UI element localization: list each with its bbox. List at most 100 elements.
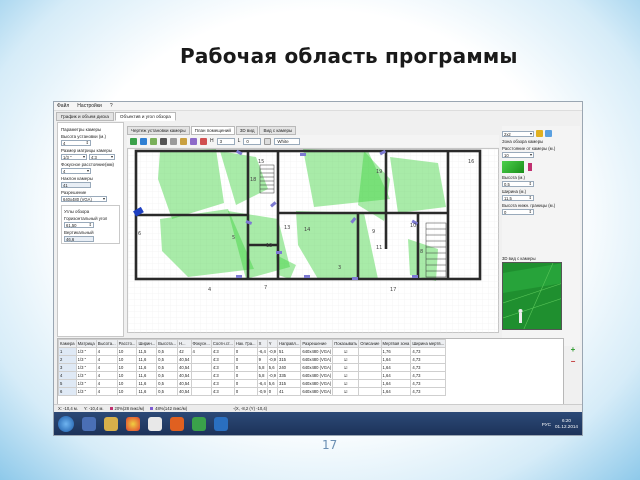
distance-select[interactable]: 10	[502, 152, 534, 158]
resolution-label: Разрешение	[61, 190, 87, 195]
table-cell: 2	[58, 355, 77, 364]
col-dead-width[interactable]: Ширина мертв...	[410, 339, 447, 348]
table-cell: 4,73	[410, 379, 447, 388]
focal-select[interactable]: 4	[61, 168, 91, 174]
svg-text:17: 17	[390, 287, 396, 293]
zone-height-input[interactable]: 0,5	[502, 181, 534, 187]
show-checkbox[interactable]: ☑	[332, 355, 360, 364]
app-icon[interactable]	[148, 417, 162, 431]
tab-3d-view[interactable]: 3D вид	[235, 126, 259, 135]
layout-select[interactable]: 2x2	[502, 131, 534, 137]
table-cell: 4:3	[210, 379, 235, 388]
text-icon[interactable]	[190, 137, 197, 145]
zone-diagram-icon	[502, 161, 524, 173]
zoom-out-icon[interactable]	[545, 130, 552, 137]
table-cell: 10	[116, 371, 138, 380]
hangle-input[interactable]: 61,50	[64, 222, 94, 228]
resolution-select[interactable]: 640x480 (VGA)	[61, 196, 107, 202]
menu-help[interactable]: ?	[110, 103, 113, 109]
col-x[interactable]: X	[256, 339, 268, 348]
delete-icon[interactable]	[200, 137, 207, 145]
show-checkbox[interactable]: ☑	[332, 347, 360, 356]
table-row[interactable]: 4 1/3 " 4 10 11,6 0,5 40,54 4:3 0 5,8 -0,9 335 640x4…	[58, 371, 447, 380]
col-camera[interactable]: Камера	[58, 339, 77, 348]
table-row[interactable]: 3 1/3 " 4 10 11,6 0,5 40,54 4:3 0 5,8 5,6 240 640x48…	[58, 363, 447, 372]
show-checkbox[interactable]: ☑	[332, 371, 360, 380]
h-input[interactable]: 3	[216, 137, 235, 145]
height-input[interactable]: 4	[61, 140, 91, 146]
tab-lens-angle[interactable]: Объектив и угол обзора	[114, 112, 176, 121]
floor-plan-canvas[interactable]: 18 15 19 6 5 12 13 14 9 11 10 16 17 8 7 …	[127, 148, 500, 334]
door-icon[interactable]	[150, 137, 157, 145]
table-row[interactable]: 1 1/3 " 4 10 11,5 0,5 42 4 4:3 0 -6,4 -0,9 51 640x480…	[58, 347, 447, 356]
table-cell	[190, 379, 212, 388]
col-show[interactable]: Показывать	[332, 339, 360, 348]
table-cell: 11,6	[136, 355, 158, 364]
table-cell: 640x480 (VGA)	[300, 355, 334, 364]
show-checkbox[interactable]: ☑	[332, 363, 360, 372]
col-aspect[interactable]: Соотн.ст...	[210, 339, 235, 348]
l-input[interactable]: 0	[243, 137, 262, 145]
window-icon[interactable]	[170, 137, 177, 145]
aspect-select[interactable]: 4:3	[89, 154, 115, 160]
clock[interactable]: 6:20 01.12.2014	[555, 418, 578, 430]
table-cell: 11,6	[136, 363, 158, 372]
camera-add-icon[interactable]	[130, 137, 137, 145]
col-n[interactable]: Н...	[176, 339, 192, 348]
add-camera-icon[interactable]: +	[568, 346, 578, 355]
tab-graph-disk[interactable]: График и объем диска	[56, 112, 114, 121]
table-row[interactable]: 5 1/3 " 4 10 11,6 0,5 40,54 4:3 0 -6,4 5,6 315 640x4…	[58, 379, 447, 388]
wall-icon[interactable]	[140, 137, 147, 145]
table-cell: 640x480 (VGA)	[300, 387, 334, 396]
color-swatch-icon[interactable]	[264, 137, 272, 145]
stairs-icon[interactable]	[160, 137, 167, 145]
col-height2[interactable]: Высота...	[156, 339, 179, 348]
tab-install-drawing[interactable]: Чертеж установки камеры	[127, 126, 190, 135]
lang-indicator[interactable]: РУС	[542, 422, 551, 427]
start-icon[interactable]	[58, 416, 74, 432]
table-row[interactable]: 6 1/3 " 4 10 11,6 0,5 40,54 4:3 0 -0,9 0 41 640x480 …	[58, 387, 447, 396]
menu-file[interactable]: Файл	[57, 103, 69, 109]
low-border-input[interactable]: 0	[502, 209, 534, 215]
table-cell: 4:3	[210, 371, 235, 380]
svg-text:3: 3	[338, 265, 341, 271]
zoom-in-icon[interactable]	[536, 130, 543, 137]
tab-camera-view[interactable]: Вид с камеры	[259, 126, 297, 135]
taskbar: РУС 6:20 01.12.2014	[54, 412, 582, 435]
matrix-select[interactable]: 1/3 "	[61, 154, 87, 160]
show-checkbox[interactable]: ☑	[332, 379, 360, 388]
tab-floor-plan[interactable]: План помещений	[190, 126, 235, 135]
table-cell	[190, 371, 212, 380]
word-icon[interactable]	[214, 417, 228, 431]
col-dead-zone[interactable]: Мертвая зона	[380, 339, 412, 348]
l-label: L	[237, 138, 241, 144]
show-checkbox[interactable]: ☑	[332, 387, 360, 396]
col-description[interactable]: Описание	[358, 339, 382, 348]
remove-camera-icon[interactable]: −	[568, 358, 578, 367]
table-row[interactable]: 2 1/3 " 4 10 11,6 0,5 40,54 4:3 0 9 -0,9 315 640x480…	[58, 355, 447, 364]
col-y[interactable]: Y	[266, 339, 279, 348]
zone-width-input[interactable]: 11,5	[502, 195, 534, 201]
col-matrix[interactable]: Матрица	[75, 339, 97, 348]
video-calc-icon[interactable]	[192, 417, 206, 431]
col-direction[interactable]: Направл...	[277, 339, 302, 348]
table-cell: 0	[233, 371, 258, 380]
ruler-icon[interactable]	[180, 137, 187, 145]
table-cell: 11,5	[136, 347, 158, 356]
col-focal[interactable]: Фокусн...	[190, 339, 212, 348]
col-resolution[interactable]: Разрешение	[300, 339, 334, 348]
camera-3d-view[interactable]	[502, 262, 562, 330]
color-select[interactable]: White	[274, 137, 301, 145]
table-cell: 0	[233, 363, 258, 372]
ie-icon[interactable]	[82, 417, 96, 431]
table-cell	[358, 371, 382, 380]
table-cell: 4	[95, 347, 118, 356]
explorer-icon[interactable]	[104, 417, 118, 431]
col-height[interactable]: Высота...	[95, 339, 118, 348]
menu-settings[interactable]: Настройки	[77, 103, 102, 109]
col-tilt[interactable]: Нак. Гра...	[233, 339, 258, 348]
col-width[interactable]: Ширин...	[136, 339, 158, 348]
col-distance[interactable]: Рассто...	[116, 339, 138, 348]
firefox-icon[interactable]	[170, 417, 184, 431]
chrome-icon[interactable]	[126, 417, 140, 431]
